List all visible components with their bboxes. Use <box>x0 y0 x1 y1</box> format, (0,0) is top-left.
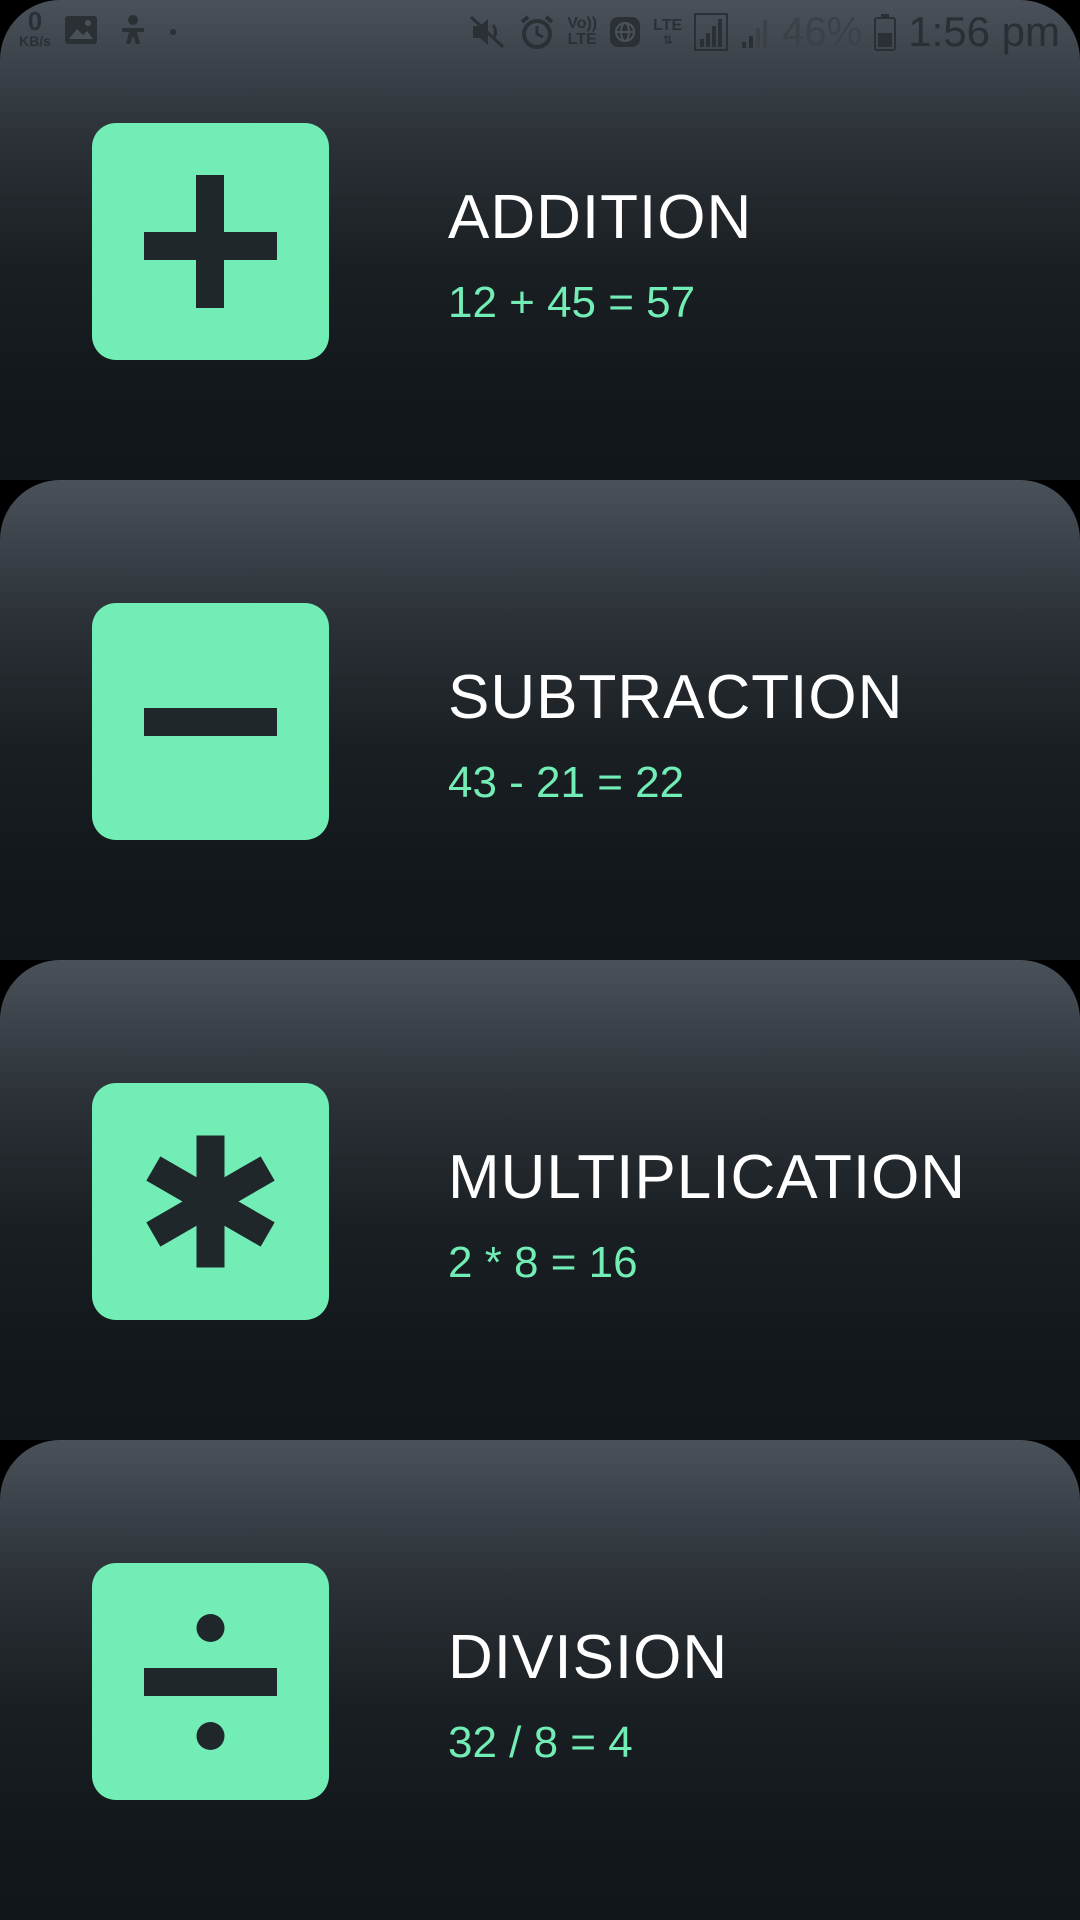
dot-icon <box>170 29 176 35</box>
network-speed-unit: KB/s <box>19 33 51 49</box>
addition-title: ADDITION <box>448 183 753 252</box>
volte-indicator: Vo)) LTE <box>567 16 597 48</box>
battery-icon <box>874 14 897 51</box>
plus-icon <box>144 175 277 308</box>
status-bar: 0 KB/s Vo)) LTE LTE ⇅ 46% 1:56 pm <box>0 0 1080 64</box>
minus-icon <box>144 708 277 736</box>
globe-icon <box>610 17 641 47</box>
addition-example: 12 + 45 = 57 <box>448 278 696 327</box>
battery-percent: 46% <box>782 9 863 54</box>
accessibility-icon <box>122 15 144 44</box>
division-icon-box <box>92 1563 329 1800</box>
signal-icon <box>694 13 729 51</box>
status-icons: Vo)) LTE LTE ⇅ 46% 1:56 pm <box>469 8 1060 56</box>
asterisk-icon <box>146 1135 275 1268</box>
division-card[interactable]: DIVISION 32 / 8 = 4 <box>0 1440 1080 1920</box>
volte-label-top: Vo)) <box>567 15 598 32</box>
app-screen: ADDITION 12 + 45 = 57 SUBTRACTION 43 - 2… <box>0 0 1080 1920</box>
multiplication-example: 2 * 8 = 16 <box>448 1238 638 1287</box>
multiplication-card[interactable]: MULTIPLICATION 2 * 8 = 16 <box>0 960 1080 1440</box>
lte-indicator: LTE ⇅ <box>653 17 683 47</box>
addition-icon-box <box>92 123 329 360</box>
multiplication-title: MULTIPLICATION <box>448 1143 967 1212</box>
subtraction-card[interactable]: SUBTRACTION 43 - 21 = 22 <box>0 480 1080 960</box>
division-title: DIVISION <box>448 1623 729 1692</box>
mute-icon <box>470 15 505 49</box>
volte-label-bottom: LTE <box>567 31 597 48</box>
subtraction-icon-box <box>92 603 329 840</box>
network-speed: 0 KB/s <box>12 8 58 48</box>
notification-icons <box>64 14 178 46</box>
signal-weak-icon <box>742 20 768 48</box>
network-speed-value: 0 <box>27 6 43 36</box>
multiplication-icon-box <box>92 1083 329 1320</box>
subtraction-title: SUBTRACTION <box>448 663 904 732</box>
subtraction-example: 43 - 21 = 22 <box>448 758 685 807</box>
lte-label: LTE <box>653 17 683 34</box>
addition-card[interactable]: ADDITION 12 + 45 = 57 <box>0 0 1080 480</box>
gallery-icon <box>65 16 97 44</box>
divide-icon <box>144 1614 277 1750</box>
clock: 1:56 pm <box>908 8 1060 55</box>
division-example: 32 / 8 = 4 <box>448 1718 633 1767</box>
alarm-icon <box>520 15 554 49</box>
